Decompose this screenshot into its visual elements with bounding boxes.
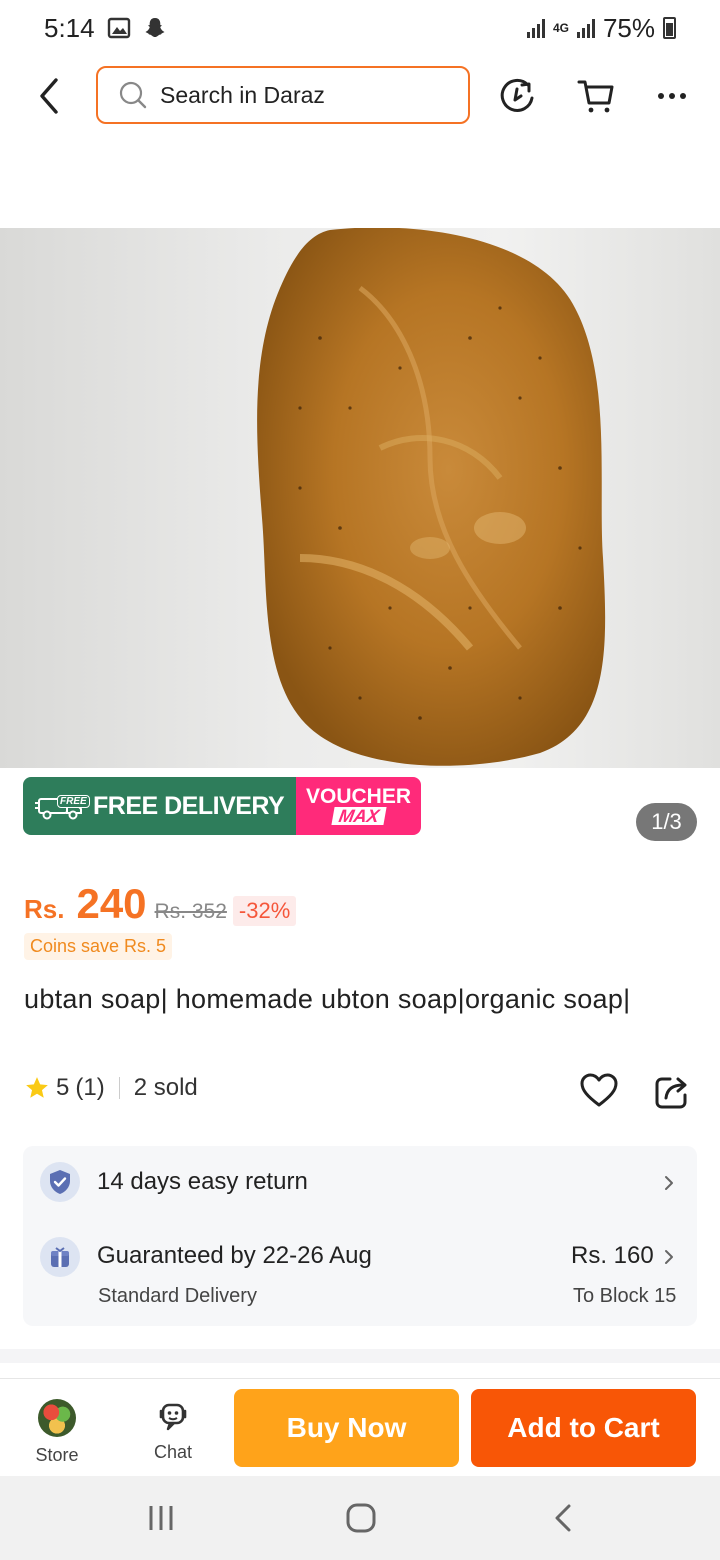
promo-banner[interactable]: FREE FREE DELIVERY VOUCHER MAX: [23, 777, 421, 835]
search-input[interactable]: Search in Daraz: [96, 66, 470, 124]
signal-icon: [526, 18, 545, 38]
battery-icon: [663, 17, 676, 39]
chat-label: Chat: [153, 1442, 193, 1462]
delivery-location[interactable]: To Block 15: [573, 1285, 676, 1308]
star-icon: [26, 1077, 48, 1098]
chat-bot-icon: [159, 1403, 187, 1431]
store-button[interactable]: Store: [24, 1399, 90, 1466]
buy-now-button[interactable]: Buy Now: [234, 1389, 459, 1467]
gallery-notification-icon: [107, 17, 130, 39]
delivery-type-text: Standard Delivery: [98, 1285, 257, 1307]
battery-percent: 75%: [602, 12, 655, 43]
product-title: ubtan soap| homemade ubton soap|organic …: [24, 984, 631, 1014]
divider: [118, 1077, 120, 1099]
status-bar: 5:14 4G 75%: [0, 0, 720, 56]
rating-row[interactable]: 5 (1) 2 sold: [24, 1074, 198, 1102]
search-placeholder: Search in Daraz: [160, 81, 325, 108]
bottom-action-bar: Store Chat Buy Now Add to Cart: [0, 1378, 720, 1476]
history-refresh-icon[interactable]: [498, 76, 538, 116]
free-delivery-badge: FREE FREE DELIVERY: [23, 777, 296, 835]
price-currency: Rs.: [24, 894, 65, 924]
snapchat-notification-icon: [145, 18, 165, 37]
product-image[interactable]: [0, 228, 720, 768]
image-counter: 1/3: [636, 803, 697, 841]
voucher-label: VOUCHER: [305, 785, 411, 808]
chevron-right-icon[interactable]: [662, 1172, 676, 1194]
home-icon[interactable]: [345, 1502, 377, 1534]
system-back-icon[interactable]: [550, 1502, 578, 1534]
add-to-cart-button[interactable]: Add to Cart: [471, 1389, 696, 1467]
store-avatar-icon: [38, 1399, 76, 1437]
wishlist-heart-icon[interactable]: [579, 1071, 619, 1111]
soap-photo: [257, 228, 606, 766]
sold-count: 2 sold: [133, 1074, 198, 1101]
chevron-right-icon[interactable]: [662, 1246, 676, 1268]
returns-text[interactable]: 14 days easy return: [97, 1168, 308, 1196]
package-icon: [40, 1237, 80, 1277]
free-tag: FREE: [57, 795, 90, 808]
status-time: 5:14: [44, 12, 95, 43]
delivery-guarantee-text[interactable]: Guaranteed by 22-26 Aug: [97, 1242, 372, 1270]
free-delivery-label: FREE DELIVERY: [93, 791, 285, 820]
store-label: Store: [35, 1445, 79, 1465]
share-icon[interactable]: [653, 1073, 691, 1111]
max-label: MAX: [330, 806, 387, 826]
cart-icon[interactable]: [576, 76, 616, 116]
system-nav-bar: [0, 1476, 720, 1560]
chat-button[interactable]: Chat: [140, 1399, 206, 1463]
voucher-max-badge: VOUCHER MAX: [296, 777, 421, 835]
shield-check-icon: [40, 1162, 80, 1202]
service-info-card: 14 days easy return Guaranteed by 22-26 …: [23, 1146, 697, 1326]
network-type: 4G: [552, 21, 569, 35]
top-header: Search in Daraz: [0, 60, 720, 132]
recent-apps-icon[interactable]: [146, 1502, 176, 1534]
signal-icon-2: [576, 18, 595, 38]
original-price: Rs. 352: [154, 900, 227, 923]
coins-save-badge: Coins save Rs. 5: [24, 933, 173, 960]
discount-badge: -32%: [232, 896, 297, 926]
rating-value: 5: [56, 1074, 70, 1101]
delivery-fee: Rs. 160: [571, 1242, 654, 1269]
price-row: Rs. 240 Rs. 352 -32%: [24, 880, 297, 928]
back-arrow-icon[interactable]: [30, 74, 70, 118]
current-price: 240: [76, 880, 147, 927]
search-icon: [119, 81, 147, 109]
rating-count: (1): [75, 1074, 105, 1101]
section-divider: [0, 1349, 720, 1363]
more-options-icon[interactable]: [652, 76, 692, 116]
